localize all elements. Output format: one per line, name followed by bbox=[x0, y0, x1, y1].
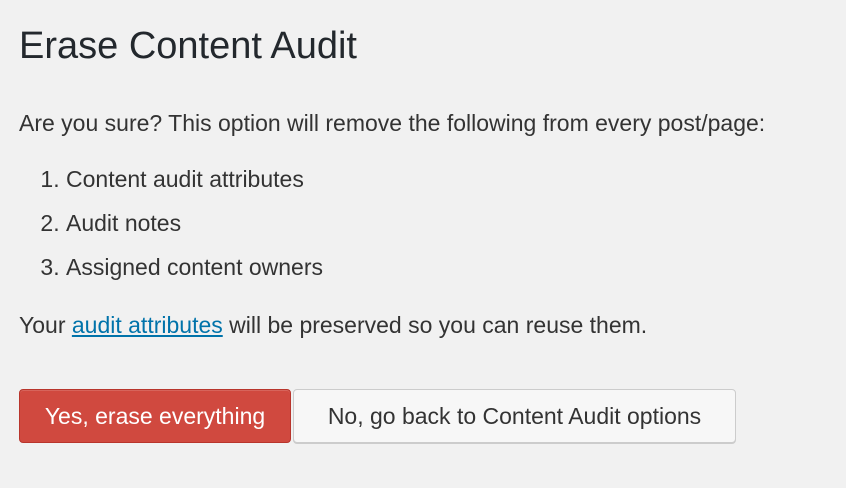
action-buttons: Yes, erase everything No, go back to Con… bbox=[19, 389, 736, 443]
note-suffix: will be preserved so you can reuse them. bbox=[222, 312, 648, 338]
preservation-note: Your audit attributes will be preserved … bbox=[19, 310, 647, 340]
confirmation-intro: Are you sure? This option will remove th… bbox=[19, 110, 766, 136]
list-item: Audit notes bbox=[66, 206, 323, 250]
page-title: Erase Content Audit bbox=[19, 25, 357, 67]
list-item: Assigned content owners bbox=[66, 250, 323, 294]
removed-items-list: Content audit attributes Audit notes Ass… bbox=[19, 162, 323, 294]
confirm-erase-button[interactable]: Yes, erase everything bbox=[19, 389, 291, 443]
cancel-button[interactable]: No, go back to Content Audit options bbox=[293, 389, 736, 443]
note-prefix: Your bbox=[19, 312, 72, 338]
list-item: Content audit attributes bbox=[66, 162, 323, 206]
audit-attributes-link[interactable]: audit attributes bbox=[72, 312, 223, 338]
